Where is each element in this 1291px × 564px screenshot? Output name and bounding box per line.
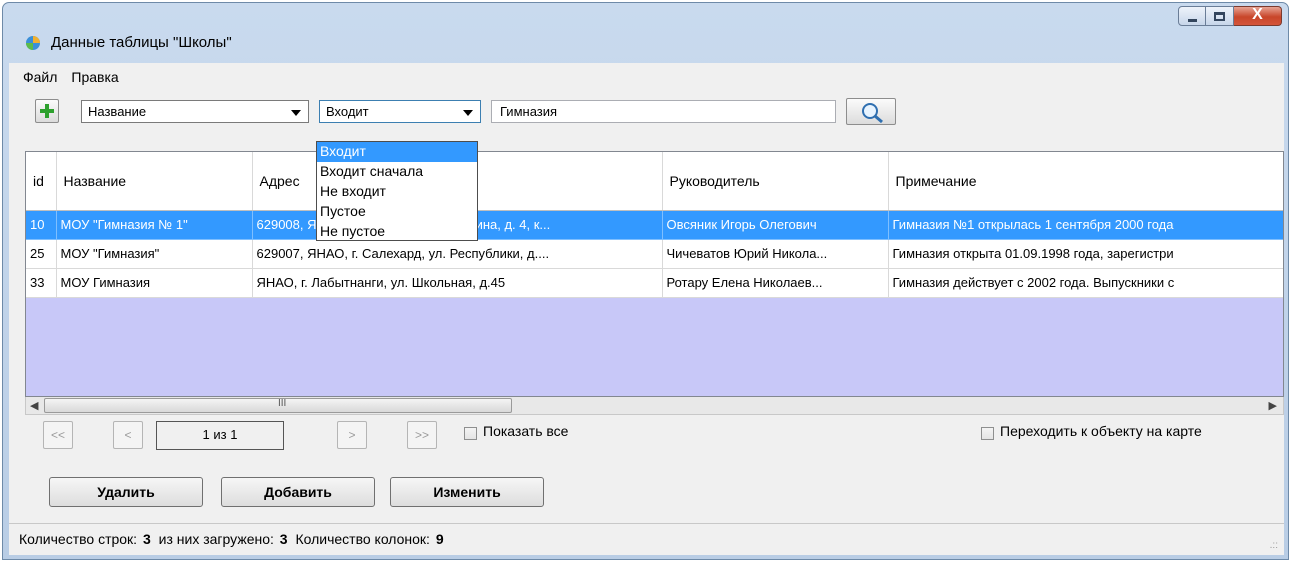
table-cell: Ротару Елена Николаев... bbox=[662, 268, 889, 298]
app-window: Данные таблицы "Школы" X Файл Правка Наз… bbox=[2, 2, 1289, 560]
window-title: Данные таблицы "Школы" bbox=[51, 34, 232, 51]
close-icon: X bbox=[1252, 6, 1263, 23]
data-grid[interactable]: id Название Адрес Руководитель Примечани… bbox=[25, 151, 1284, 397]
column-count-value: 9 bbox=[435, 531, 444, 547]
delete-button[interactable]: Удалить bbox=[49, 477, 203, 507]
status-bar: Количество строк: 3 из них загружено: 3 … bbox=[9, 523, 1284, 555]
table-cell: МОУ Гимназия bbox=[56, 268, 253, 298]
table-cell: Чичеватов Юрий Никола... bbox=[662, 239, 889, 269]
window-controls: X bbox=[1178, 6, 1282, 28]
pager: << < 1 из 1 > >> Показать все Переходить… bbox=[9, 421, 1284, 455]
operator-select-value: Входит bbox=[326, 104, 369, 119]
scrollbar-thumb[interactable]: III bbox=[44, 398, 512, 413]
field-select[interactable]: Название bbox=[81, 100, 309, 123]
operator-select[interactable]: Входит bbox=[319, 100, 481, 123]
table-cell: Гимназия №1 открылась 1 сентября 2000 го… bbox=[888, 210, 1283, 240]
operator-option[interactable]: Пустое bbox=[317, 202, 477, 222]
add-filter-button[interactable] bbox=[35, 99, 59, 123]
scrollbar-grip: III bbox=[278, 398, 287, 409]
show-all-checkbox[interactable] bbox=[464, 427, 477, 440]
row-count-label: Количество строк: bbox=[19, 531, 138, 547]
magnifier-icon bbox=[862, 103, 883, 124]
table-cell: ЯНАО, г. Лабытнанги, ул. Школьная, д.45 bbox=[252, 268, 663, 298]
operator-option[interactable]: Входит сначала bbox=[317, 162, 477, 182]
column-count-label: Количество колонок: bbox=[295, 531, 430, 547]
goto-map-checkbox[interactable] bbox=[981, 427, 994, 440]
operator-option[interactable]: Не входит bbox=[317, 182, 477, 202]
menu-file[interactable]: Файл bbox=[23, 63, 71, 89]
table-cell: Гимназия открыта 01.09.1998 года, зареги… bbox=[888, 239, 1283, 269]
table-row[interactable]: 33 МОУ Гимназия ЯНАО, г. Лабытнанги, ул.… bbox=[26, 268, 1283, 298]
last-page-button[interactable]: >> bbox=[407, 421, 437, 449]
data-table: id Название Адрес Руководитель Примечани… bbox=[26, 152, 1283, 298]
resize-grip-icon[interactable]: .:: bbox=[1270, 540, 1278, 551]
loaded-count-label: из них загружено: bbox=[158, 531, 274, 547]
table-cell: Гимназия действует с 2002 года. Выпускни… bbox=[888, 268, 1283, 298]
goto-map-label: Переходить к объекту на карте bbox=[1000, 423, 1202, 439]
plus-icon bbox=[40, 104, 54, 118]
column-header-id[interactable]: id bbox=[26, 152, 57, 211]
search-input[interactable] bbox=[491, 100, 836, 123]
page-indicator: 1 из 1 bbox=[156, 421, 284, 450]
column-header-director[interactable]: Руководитель bbox=[662, 152, 889, 211]
next-page-button[interactable]: > bbox=[337, 421, 367, 449]
field-select-value: Название bbox=[88, 104, 147, 119]
table-row[interactable]: 10 МОУ "Гимназия № 1" 629008, ЯНАО, г. С… bbox=[26, 210, 1283, 240]
horizontal-scrollbar[interactable]: ◀ III ▶ bbox=[25, 397, 1284, 415]
table-row[interactable]: 25 МОУ "Гимназия" 629007, ЯНАО, г. Салех… bbox=[26, 239, 1283, 269]
table-header-row: id Название Адрес Руководитель Примечани… bbox=[26, 152, 1283, 211]
table-cell: МОУ "Гимназия № 1" bbox=[56, 210, 253, 240]
prev-page-button[interactable]: < bbox=[113, 421, 143, 449]
show-all-label: Показать все bbox=[483, 423, 569, 439]
table-cell: МОУ "Гимназия" bbox=[56, 239, 253, 269]
table-cell: 33 bbox=[26, 268, 57, 298]
operator-option[interactable]: Не пустое bbox=[317, 222, 477, 242]
menu-edit[interactable]: Правка bbox=[71, 63, 132, 89]
menu-bar: Файл Правка bbox=[9, 63, 133, 89]
loaded-count-value: 3 bbox=[279, 531, 288, 547]
operator-dropdown-list: Входит Входит сначала Не входит Пустое Н… bbox=[316, 141, 478, 241]
column-header-note[interactable]: Примечание bbox=[888, 152, 1283, 211]
scroll-left-icon[interactable]: ◀ bbox=[30, 399, 38, 412]
scroll-right-icon[interactable]: ▶ bbox=[1269, 399, 1277, 412]
app-globe-icon bbox=[26, 36, 40, 50]
window-client: Файл Правка Название Входит Гимназия id … bbox=[9, 63, 1284, 555]
minimize-icon bbox=[1188, 19, 1197, 22]
filter-toolbar: Название Входит bbox=[9, 98, 1284, 129]
operator-option[interactable]: Входит bbox=[317, 142, 477, 162]
minimize-button[interactable] bbox=[1178, 6, 1206, 26]
chevron-down-icon bbox=[291, 110, 301, 116]
maximize-button[interactable] bbox=[1206, 6, 1234, 26]
table-cell: 10 bbox=[26, 210, 57, 240]
first-page-button[interactable]: << bbox=[43, 421, 73, 449]
title-bar[interactable]: Данные таблицы "Школы" X bbox=[3, 3, 1288, 59]
search-button[interactable] bbox=[846, 98, 896, 125]
edit-button[interactable]: Изменить bbox=[390, 477, 544, 507]
table-cell: 25 bbox=[26, 239, 57, 269]
table-cell: 629007, ЯНАО, г. Салехард, ул. Республик… bbox=[252, 239, 663, 269]
table-cell: Овсяник Игорь Олегович bbox=[662, 210, 889, 240]
chevron-down-icon bbox=[463, 110, 473, 116]
row-count-value: 3 bbox=[142, 531, 151, 547]
close-button[interactable]: X bbox=[1234, 6, 1282, 26]
column-header-name[interactable]: Название bbox=[56, 152, 253, 211]
maximize-icon bbox=[1214, 12, 1225, 21]
add-button[interactable]: Добавить bbox=[221, 477, 375, 507]
